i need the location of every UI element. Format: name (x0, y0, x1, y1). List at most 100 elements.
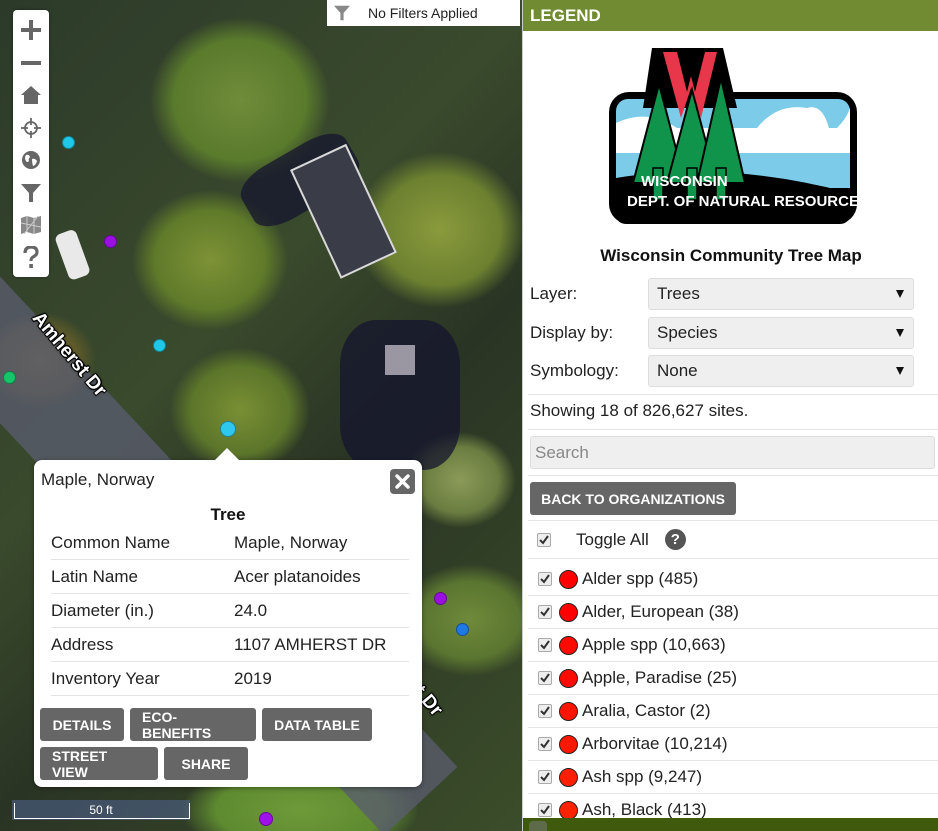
house-roof (290, 143, 397, 279)
dropdown-caret-icon (896, 329, 904, 337)
row-label: Address (51, 634, 114, 654)
back-to-organizations-button[interactable]: BACK TO ORGANIZATIONS (530, 482, 736, 515)
wisconsin-dnr-logo: WISCONSIN DEPT. OF NATURAL RESOURCES (607, 48, 869, 226)
divider (528, 475, 938, 476)
data-table-button[interactable]: DATA TABLE (262, 708, 372, 741)
display-by-select[interactable]: Species (648, 317, 914, 349)
share-button[interactable]: SHARE (164, 747, 248, 780)
species-checkbox[interactable] (538, 605, 552, 619)
check-icon (540, 772, 550, 782)
species-checkbox[interactable] (538, 572, 552, 586)
popup-close-button[interactable] (390, 469, 415, 494)
row-label: Common Name (51, 532, 171, 552)
list-item: Aralia, Castor (2) (528, 695, 938, 728)
house-roof-small (385, 345, 415, 375)
species-checkbox[interactable] (538, 671, 552, 685)
tree-point[interactable] (456, 623, 469, 636)
species-checkbox[interactable] (538, 704, 552, 718)
tree-point-selected[interactable] (220, 421, 236, 437)
list-item: Alder spp (485) (528, 563, 938, 596)
home-button[interactable] (13, 79, 49, 112)
basemap-button[interactable] (13, 144, 49, 177)
zoom-out-button[interactable] (13, 47, 49, 80)
list-item: Apple spp (10,663) (528, 629, 938, 662)
toggle-all-row: Toggle All ? (530, 523, 686, 556)
tree-point[interactable] (259, 812, 273, 826)
street-view-button[interactable]: STREET VIEW (40, 747, 158, 780)
details-button[interactable]: DETAILS (40, 708, 124, 741)
check-icon (540, 607, 550, 617)
list-item: Alder, European (38) (528, 596, 938, 629)
globe-icon (22, 151, 40, 170)
dropdown-caret-icon (896, 290, 904, 298)
zoom-in-button[interactable] (13, 14, 49, 47)
tree-point[interactable] (153, 339, 166, 352)
list-item: Ash spp (9,247) (528, 761, 938, 794)
filter-icon (21, 183, 41, 202)
row-value: Acer platanoides (234, 566, 361, 586)
check-icon (539, 534, 549, 545)
dropdown-caret-icon (896, 367, 904, 375)
layer-field: Layer: Trees (530, 278, 926, 310)
map-layers-button[interactable] (13, 209, 49, 242)
table-row: Address 1107 AMHERST DR (51, 628, 409, 662)
layer-select-value: Trees (657, 284, 700, 303)
species-color-swatch (559, 767, 578, 787)
filter-button[interactable] (13, 177, 49, 210)
species-checkbox[interactable] (538, 770, 552, 784)
toggle-all-checkbox[interactable] (537, 532, 551, 547)
species-checkbox[interactable] (538, 737, 552, 751)
tree-popup: Maple, Norway Tree Common Name Maple, No… (34, 448, 422, 787)
species-label: Apple spp (10,663) (582, 635, 726, 654)
row-value: 2019 (234, 668, 272, 688)
panel-collapse-tab[interactable] (529, 821, 547, 831)
popup-title: Maple, Norway (41, 470, 155, 489)
filter-status-bar[interactable]: No Filters Applied (327, 0, 520, 26)
check-icon (540, 574, 550, 584)
help-icon[interactable]: ? (664, 529, 686, 550)
popup-actions: DETAILS ECO-BENEFITS DATA TABLE STREET V… (40, 708, 420, 780)
search-input[interactable] (530, 436, 935, 469)
row-label: Latin Name (51, 566, 138, 586)
check-icon (540, 739, 550, 749)
eco-benefits-button[interactable]: ECO-BENEFITS (130, 708, 256, 741)
species-label: Ash, Black (413) (582, 800, 707, 819)
filter-icon (327, 4, 357, 22)
locate-button[interactable] (13, 112, 49, 145)
map-icon (21, 215, 41, 235)
display-by-field: Display by: Species (530, 317, 926, 349)
display-by-select-value: Species (657, 323, 718, 342)
species-color-swatch (559, 602, 578, 622)
check-icon (540, 706, 550, 716)
row-label: Diameter (in.) (51, 600, 154, 620)
symbology-select[interactable]: None (648, 355, 914, 387)
tree-point[interactable] (62, 136, 75, 149)
symbology-select-value: None (657, 361, 698, 380)
scale-bar: 50 ft (12, 800, 190, 820)
layer-select[interactable]: Trees (648, 278, 914, 310)
filter-status-text: No Filters Applied (368, 5, 478, 21)
close-icon (395, 474, 410, 489)
table-row: Latin Name Acer platanoides (51, 560, 409, 594)
minus-icon (21, 60, 41, 65)
logo-line2: DEPT. OF NATURAL RESOURCES (627, 193, 859, 210)
species-color-swatch (559, 800, 578, 820)
home-icon (21, 86, 41, 105)
table-row: Diameter (in.) 24.0 (51, 594, 409, 628)
tree-point[interactable] (104, 235, 117, 248)
species-label: Alder, European (38) (582, 602, 739, 621)
list-item: Apple, Paradise (25) (528, 662, 938, 695)
species-checkbox[interactable] (538, 638, 552, 652)
species-checkbox[interactable] (538, 803, 552, 817)
species-label: Aralia, Castor (2) (582, 701, 711, 720)
symbology-field: Symbology: None (530, 355, 926, 387)
tree-point[interactable] (434, 592, 447, 605)
help-button[interactable] (13, 242, 49, 275)
map-toolbar (13, 10, 49, 277)
row-value: Maple, Norway (234, 532, 348, 552)
tree-point[interactable] (3, 371, 16, 384)
map-canvas[interactable]: Amherst Dr rst Dr No Filters Applied Map… (0, 0, 522, 831)
popup-heading: Tree (210, 505, 246, 524)
species-label: Apple, Paradise (25) (582, 668, 737, 687)
legend-panel: LEGEND WISCONSIN DEPT. OF NATURAL RESOUR… (522, 0, 938, 831)
